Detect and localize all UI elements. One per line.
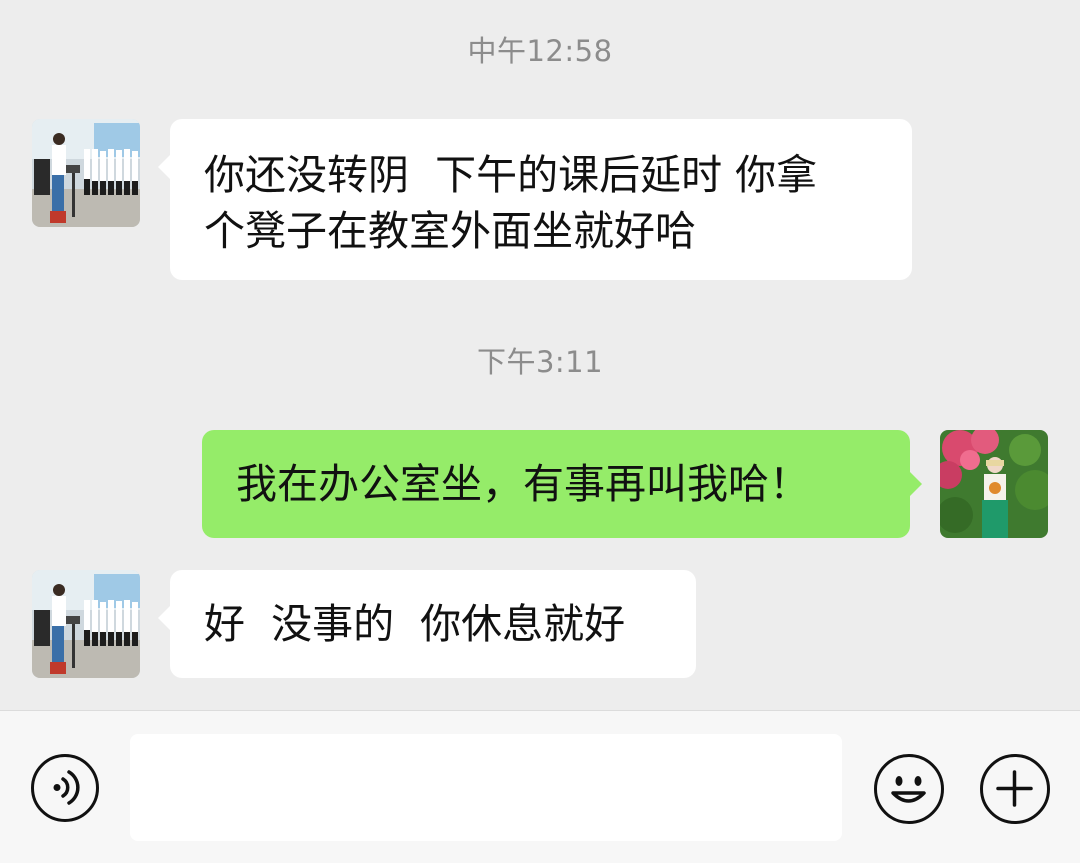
message-input-bar (0, 710, 1080, 863)
voice-button[interactable] (31, 754, 99, 822)
plus-icon (996, 770, 1033, 807)
incoming-message-bubble[interactable]: 好 没事的 你休息就好 (170, 570, 696, 678)
avatar-flower-photo (940, 430, 1048, 538)
message-line: 好 没事的 你休息就好 (204, 600, 626, 648)
outgoing-message-bubble[interactable]: 我在办公室坐，有事再叫我哈！ (202, 430, 910, 538)
timestamp: 下午3:11 (476, 345, 604, 379)
emoji-icon (891, 776, 926, 803)
message-line: 个凳子在教室外面坐就好哈 (204, 207, 696, 255)
bubble-tail (910, 472, 922, 496)
bubble-tail (158, 155, 170, 179)
contact-avatar[interactable] (32, 570, 140, 678)
incoming-message-bubble[interactable]: 你还没转阴 下午的课后延时 你拿 个凳子在教室外面坐就好哈 (170, 119, 912, 280)
message-line: 我在办公室坐，有事再叫我哈！ (236, 460, 810, 508)
avatar-choir-photo (32, 119, 140, 227)
voice-input-icon (53, 770, 80, 805)
message-input[interactable] (130, 734, 842, 841)
message-line: 你还没转阴 下午的课后延时 你拿 (204, 151, 818, 199)
chat-message-area[interactable]: 中午12:58 你还没转阴 下午的课后延时 你拿 个凳子在教室外面坐就好哈 下午… (0, 0, 1080, 710)
bubble-tail (158, 606, 170, 630)
timestamp: 中午12:58 (467, 34, 613, 68)
avatar-choir-photo (32, 570, 140, 678)
my-avatar[interactable] (940, 430, 1048, 538)
contact-avatar[interactable] (32, 119, 140, 227)
emoji-button[interactable] (874, 754, 944, 824)
more-button[interactable] (980, 754, 1050, 824)
